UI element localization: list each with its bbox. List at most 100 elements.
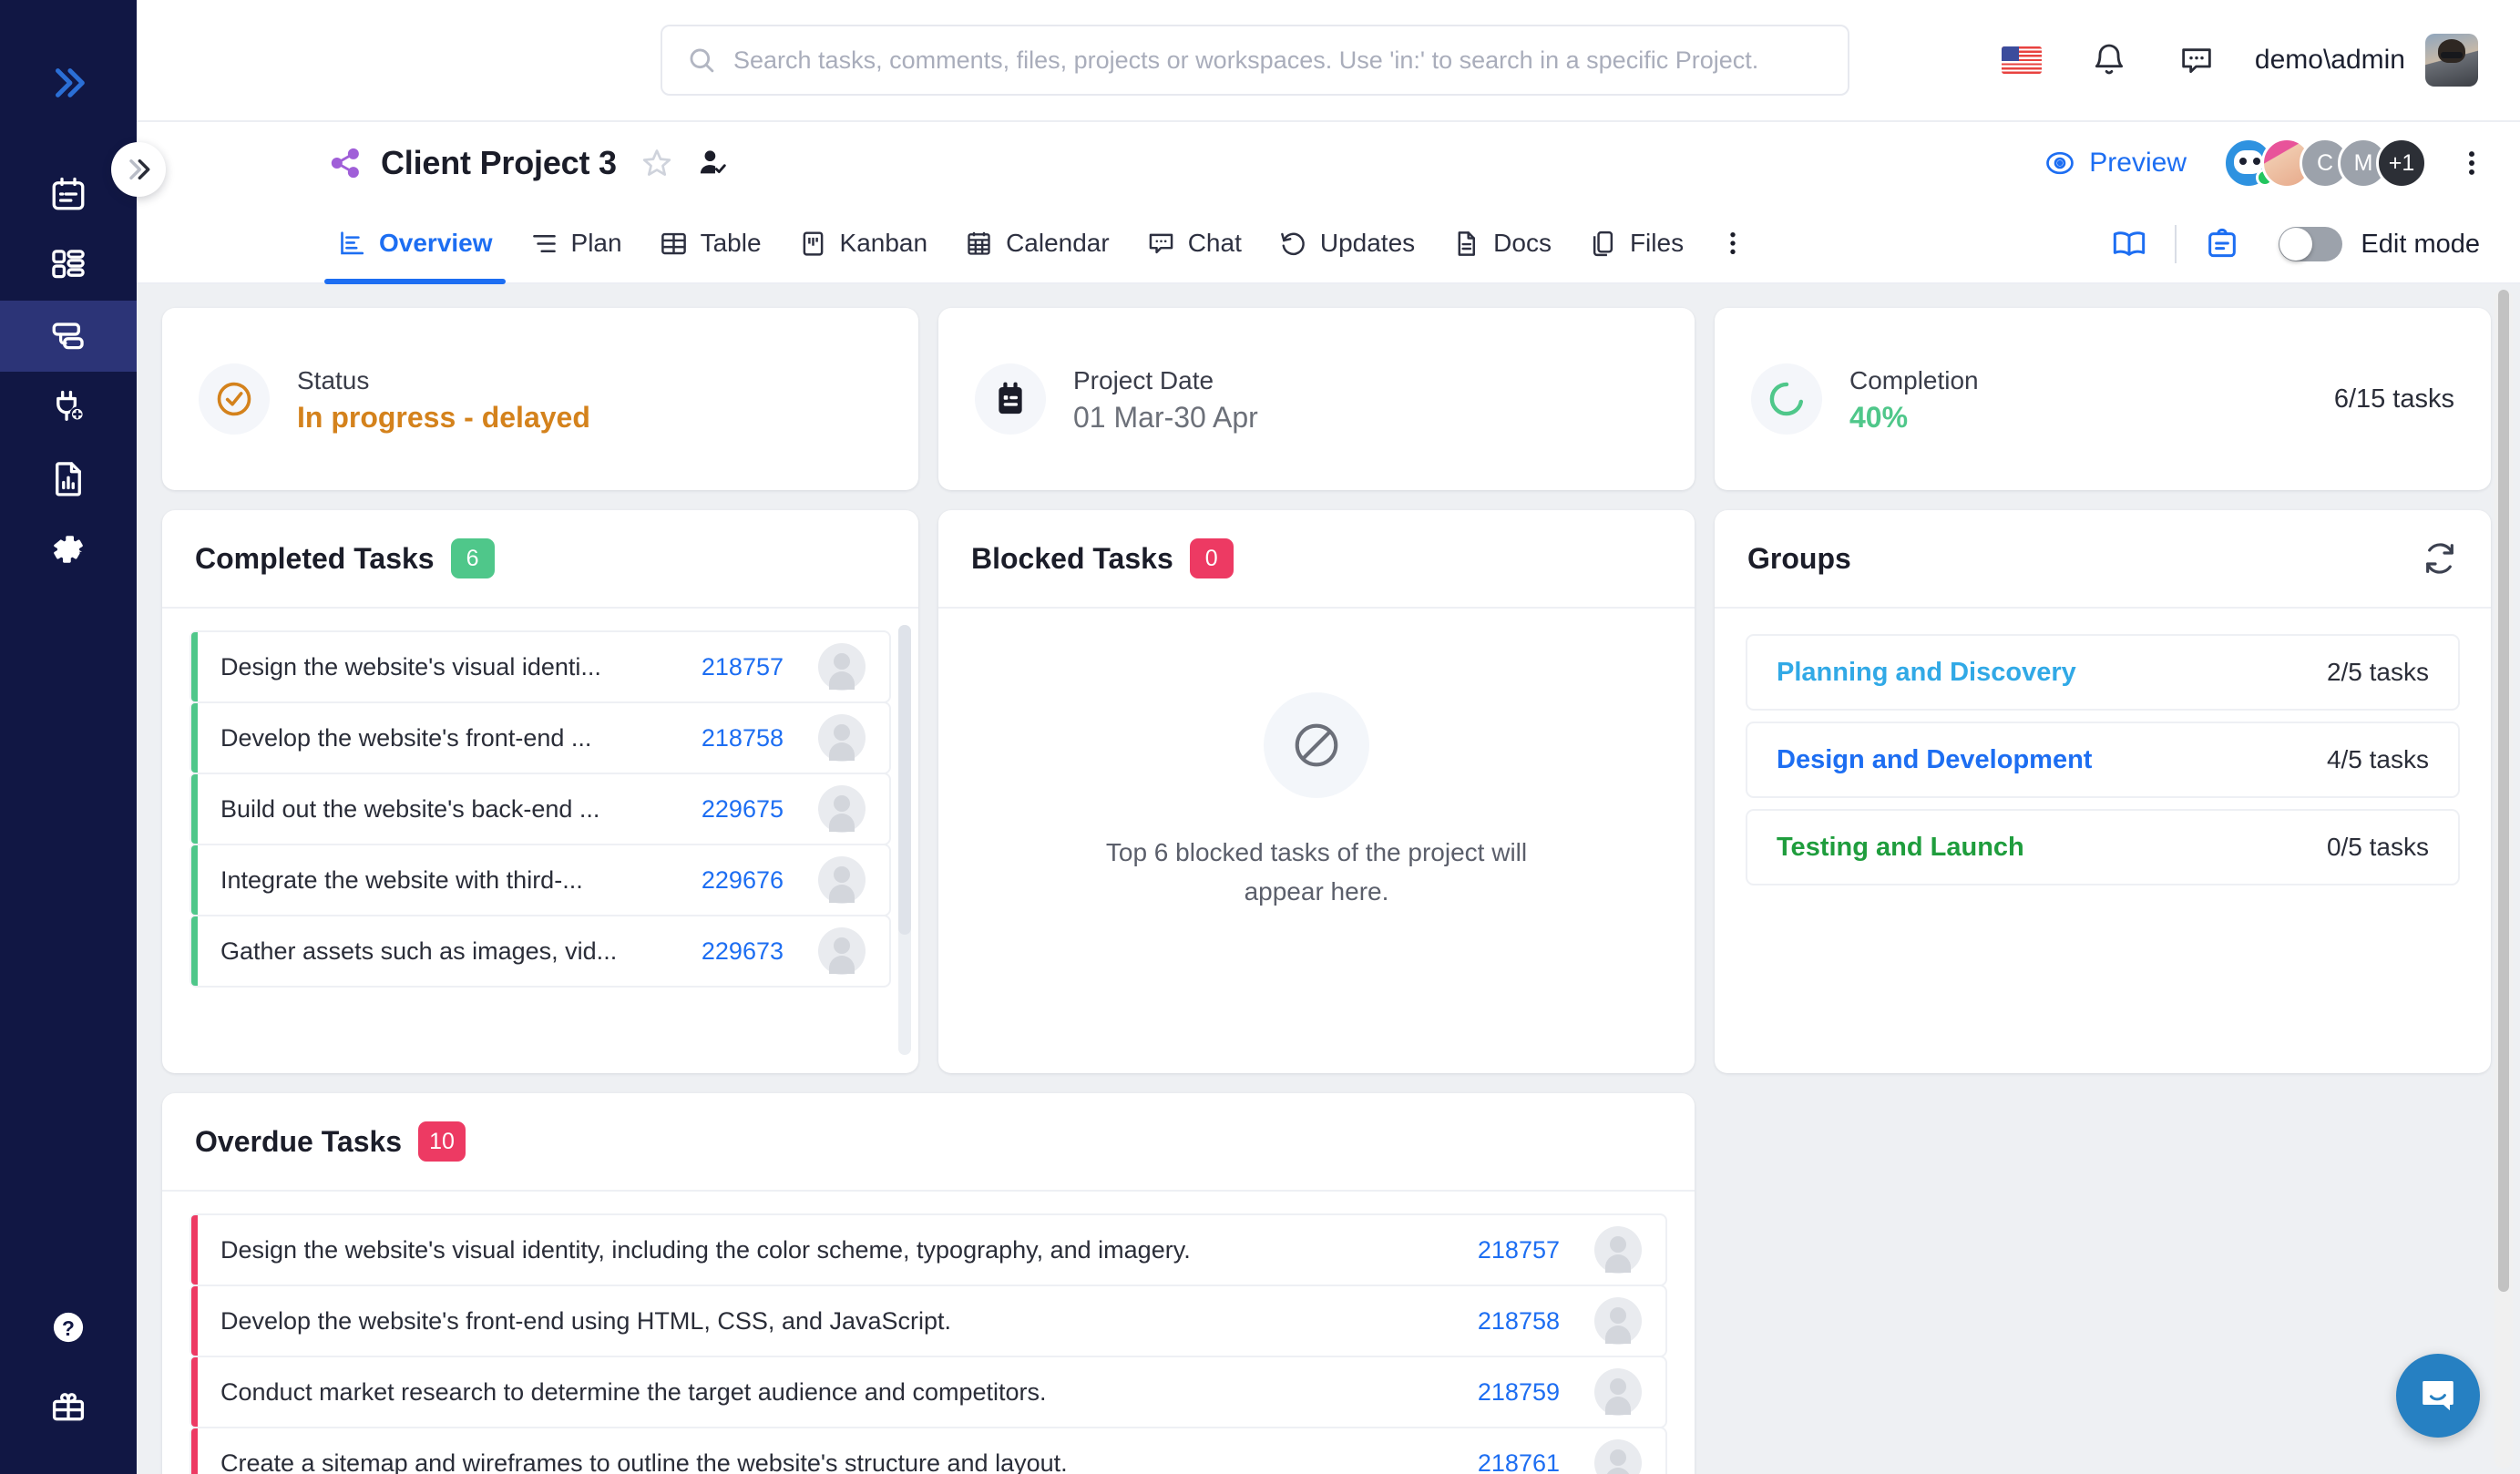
tab-updates[interactable]: Updates (1260, 204, 1433, 282)
task-id[interactable]: 218757 (702, 653, 784, 681)
search-box[interactable] (661, 25, 1849, 96)
user-menu[interactable]: demo\admin (2240, 34, 2478, 87)
list-item[interactable]: Build out the website's back-end ... 229… (190, 773, 891, 845)
question-circle-icon: ? (53, 1312, 84, 1343)
tab-label: Docs (1493, 229, 1552, 257)
preview-button[interactable]: Preview (2044, 147, 2187, 179)
overview-content: Status In progress - delayed Project Dat… (137, 284, 2520, 1474)
task-id[interactable]: 229676 (702, 866, 784, 895)
list-item[interactable]: Design the website's visual identity, in… (190, 1213, 1667, 1286)
overdue-tasks-list[interactable]: Design the website's visual identity, in… (162, 1192, 1695, 1474)
scrollbar-thumb[interactable] (2498, 290, 2509, 1292)
tabs-overflow-menu[interactable] (1702, 204, 1764, 282)
search-input[interactable] (733, 46, 1824, 75)
avatar (1594, 1368, 1642, 1416)
main-region: demo\admin Client Project 3 (137, 0, 2520, 1474)
scrollbar-thumb[interactable] (898, 625, 911, 935)
avatar (818, 927, 866, 975)
tab-label: Overview (379, 229, 493, 257)
task-id[interactable]: 218758 (1478, 1307, 1560, 1336)
task-name: Design the website's visual identity, in… (220, 1235, 1191, 1264)
favorite-button[interactable] (640, 147, 673, 179)
project-date-card: Project Date 01 Mar-30 Apr (938, 308, 1695, 490)
tab-table[interactable]: Table (640, 204, 780, 282)
tab-label: Kanban (839, 229, 928, 257)
list-item[interactable]: Conduct market research to determine the… (190, 1356, 1667, 1428)
list-item[interactable]: Develop the website's front-end using HT… (190, 1285, 1667, 1357)
support-chat-button[interactable] (2396, 1354, 2480, 1438)
task-name: Integrate the website with third-... (220, 865, 583, 894)
list-item[interactable]: Design and Development 4/5 tasks (1746, 722, 2460, 798)
sidebar-item-integrations[interactable] (0, 372, 137, 443)
avatar (818, 643, 866, 691)
intercom-chat-icon (2423, 1381, 2453, 1411)
task-id[interactable]: 218759 (1478, 1378, 1560, 1407)
divider (2175, 225, 2177, 263)
tab-calendar[interactable]: Calendar (946, 204, 1128, 282)
sidebar-expand-button[interactable] (0, 33, 137, 133)
list-item[interactable]: Gather assets such as images, vid... 229… (190, 915, 891, 988)
task-id[interactable]: 218758 (702, 724, 784, 752)
member-avatars[interactable]: C M +1 (2223, 138, 2427, 189)
chat-bubble-icon (2182, 48, 2211, 74)
list-item[interactable]: Create a sitemap and wireframes to outli… (190, 1427, 1667, 1474)
blocked-count-badge: 0 (1189, 538, 1234, 578)
tab-label: Files (1629, 229, 1685, 257)
members-overflow-avatar[interactable]: +1 (2376, 138, 2427, 189)
list-item[interactable]: Planning and Discovery 2/5 tasks (1746, 634, 2460, 711)
panel-title: Blocked Tasks (971, 541, 1173, 575)
sidebar-item-whats-new[interactable] (0, 1367, 137, 1445)
tab-overview[interactable]: Overview (319, 204, 511, 284)
share-nodes-icon[interactable] (328, 146, 363, 180)
task-id[interactable]: 229675 (702, 795, 784, 824)
sidebar-item-help[interactable]: ? (0, 1288, 137, 1367)
groups-list: Planning and Discovery 2/5 tasks Design … (1715, 609, 2491, 922)
group-name[interactable]: Planning and Discovery (1777, 658, 2076, 688)
task-id[interactable]: 229673 (702, 937, 784, 966)
sidebar-item-dashboards[interactable] (0, 230, 137, 301)
bell-icon (2095, 44, 2123, 75)
group-name[interactable]: Design and Development (1777, 745, 2092, 775)
us-flag-icon (2001, 46, 2042, 74)
assign-members-button[interactable] (697, 147, 730, 179)
list-item[interactable]: Develop the website's front-end ... 2187… (190, 701, 891, 774)
list-item[interactable]: Design the website's visual identi... 21… (190, 630, 891, 703)
completed-tasks-list[interactable]: Design the website's visual identi... 21… (162, 609, 918, 1071)
chat-icon (1149, 233, 1173, 253)
refresh-button[interactable] (2422, 540, 2458, 577)
status-value: In progress - delayed (297, 401, 590, 435)
project-more-menu[interactable] (2456, 148, 2487, 179)
tab-chat[interactable]: Chat (1128, 204, 1260, 282)
messages-button[interactable] (2153, 0, 2240, 120)
guide-button[interactable] (2091, 226, 2167, 262)
task-id[interactable]: 218757 (1478, 1236, 1560, 1264)
tab-docs[interactable]: Docs (1433, 204, 1570, 282)
sidebar-item-settings[interactable] (0, 514, 137, 585)
empty-message: Top 6 blocked tasks of the project will … (1105, 838, 1528, 906)
list-item[interactable]: Testing and Launch 0/5 tasks (1746, 809, 2460, 885)
group-name[interactable]: Testing and Launch (1777, 833, 2024, 863)
completed-tasks-scrollbar[interactable] (898, 625, 911, 1055)
notifications-button[interactable] (2065, 0, 2153, 120)
sidebar-bottom-items: ? (0, 1288, 137, 1445)
tab-files[interactable]: Files (1570, 204, 1702, 282)
page-scrollbar[interactable] (2494, 290, 2513, 1469)
tab-kanban[interactable]: Kanban (780, 204, 947, 282)
list-item[interactable]: Integrate the website with third-... 229… (190, 844, 891, 916)
sidebar-item-reports[interactable] (0, 443, 137, 514)
sidebar-expand-pill[interactable] (111, 142, 166, 197)
tab-label: Table (700, 229, 762, 257)
tab-plan[interactable]: Plan (511, 204, 640, 282)
sidebar-item-projects[interactable] (0, 301, 137, 372)
preview-label: Preview (2089, 148, 2187, 178)
group-task-count: 0/5 tasks (2326, 833, 2429, 861)
notes-button[interactable] (2184, 226, 2260, 262)
status-bar (191, 1215, 198, 1285)
list-icon (532, 234, 556, 252)
language-selector[interactable] (1978, 0, 2065, 120)
table-icon (661, 232, 686, 254)
edit-mode-toggle[interactable] (2279, 227, 2343, 261)
eye-icon (2046, 151, 2074, 175)
task-id[interactable]: 218761 (1478, 1449, 1560, 1474)
task-name: Develop the website's front-end ... (220, 723, 592, 752)
